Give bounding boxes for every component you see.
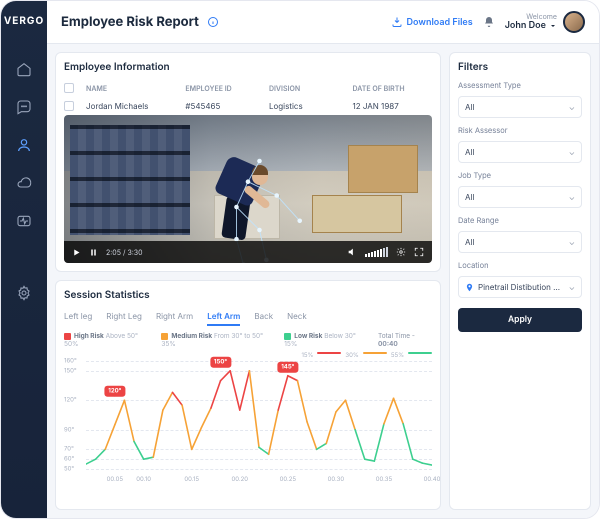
angle-chart: 50°60°70°90°120°150°160°00.0500.1000.150… [64, 361, 432, 481]
sidebar: VERGO [1, 1, 47, 518]
user-menu[interactable]: Welcome John Doe [505, 11, 585, 33]
location-select[interactable]: Pinetrail Distibution Centre ⌄ [458, 276, 582, 298]
location-label: Location [458, 261, 582, 270]
tab-left-arm[interactable]: Left Arm [207, 311, 240, 326]
volume-slider[interactable] [365, 247, 388, 257]
tab-neck[interactable]: Neck [287, 311, 307, 326]
pause-button[interactable] [89, 248, 98, 257]
chart-callout: 120° [104, 386, 125, 397]
filters-title: Filters [458, 61, 582, 73]
threshold-bar: 15% 30% 55% [64, 352, 432, 359]
session-stats-title: Session Statistics [64, 289, 432, 301]
date-range-label: Date Range [458, 216, 582, 225]
job-type-select[interactable]: All⌄ [458, 186, 582, 208]
apply-button[interactable]: Apply [458, 308, 582, 332]
body-part-tabs: Left leg Right Leg Right Arm Left Arm Back Ne… [64, 311, 432, 326]
settings-video-icon[interactable] [396, 247, 406, 257]
risk-assessor-select[interactable]: All⌄ [458, 141, 582, 163]
employee-info-card: Employee Information NAME EMPLOYEE ID DI… [55, 52, 441, 272]
tab-right-leg[interactable]: Right Leg [106, 311, 142, 326]
info-icon[interactable] [207, 16, 219, 28]
risk-assessor-label: Risk Assessor [458, 126, 582, 135]
user-name: John Doe [505, 21, 546, 31]
bell-icon[interactable] [483, 16, 495, 28]
location-icon [465, 283, 474, 292]
assessment-type-label: Assessment Type [458, 81, 582, 90]
table-row[interactable]: Jordan Michaels #545465 Logistics 12 JAN… [64, 97, 432, 115]
chart-callout: 145° [277, 361, 298, 372]
filters-panel: Filters Assessment Type All⌄ Risk Assess… [449, 52, 591, 510]
chevron-down-icon: ⌄ [569, 192, 575, 202]
activity-icon[interactable] [16, 213, 32, 229]
home-icon[interactable] [16, 61, 32, 77]
cell-empid: #545465 [185, 101, 265, 111]
tab-back[interactable]: Back [254, 311, 273, 326]
session-video[interactable]: 2:05 / 3:30 [64, 115, 432, 263]
fullscreen-icon[interactable] [414, 247, 424, 257]
cloud-icon[interactable] [16, 175, 32, 191]
session-stats-card: Session Statistics Left leg Right Leg Righ… [55, 280, 441, 510]
download-files-button[interactable]: Download Files [391, 16, 473, 28]
select-all-checkbox[interactable] [64, 83, 74, 93]
col-name: NAME [86, 84, 181, 93]
user-icon[interactable] [16, 137, 32, 153]
cell-dob: 12 JAN 1987 [352, 101, 432, 111]
app-frame: VERGO Employee Risk Report Download File… [0, 0, 600, 519]
tab-left-leg[interactable]: Left leg [64, 311, 92, 326]
settings-icon[interactable] [16, 285, 32, 301]
body: Employee Information NAME EMPLOYEE ID DI… [47, 44, 599, 518]
cell-division: Logistics [269, 101, 349, 111]
header: Employee Risk Report Download Files Welc… [47, 1, 599, 44]
chart-callout: 150° [210, 357, 231, 368]
chevron-down-icon: ⌄ [569, 237, 575, 247]
employee-info-title: Employee Information [64, 61, 432, 73]
chevron-down-icon: ⌄ [569, 282, 575, 292]
avatar[interactable] [563, 11, 585, 33]
sidebar-nav [16, 61, 32, 301]
main: Employee Risk Report Download Files Welc… [47, 1, 599, 518]
download-files-label: Download Files [407, 17, 473, 28]
page-title: Employee Risk Report [61, 14, 199, 30]
chat-icon[interactable] [16, 99, 32, 115]
cell-name: Jordan Michaels [86, 101, 181, 111]
chevron-down-icon: ⌄ [569, 147, 575, 157]
volume-icon[interactable] [347, 247, 357, 257]
chevron-down-icon [549, 22, 557, 30]
date-range-select[interactable]: All⌄ [458, 231, 582, 253]
col-dob: DATE OF BIRTH [352, 84, 432, 93]
assessment-type-select[interactable]: All⌄ [458, 96, 582, 118]
total-time: Total Time - 00:40 [378, 332, 432, 348]
risk-legend: High Risk Above 50° 50% Medium Risk From… [64, 332, 432, 348]
col-division: DIVISION [269, 84, 349, 93]
tab-right-arm[interactable]: Right Arm [156, 311, 193, 326]
job-type-label: Job Type [458, 171, 582, 180]
col-empid: EMPLOYEE ID [185, 84, 265, 93]
brand-logo: VERGO [4, 15, 44, 27]
row-checkbox[interactable] [64, 101, 74, 111]
play-button[interactable] [72, 248, 81, 257]
chevron-down-icon: ⌄ [569, 102, 575, 112]
video-controls: 2:05 / 3:30 [64, 241, 432, 263]
video-time: 2:05 / 3:30 [106, 248, 143, 257]
